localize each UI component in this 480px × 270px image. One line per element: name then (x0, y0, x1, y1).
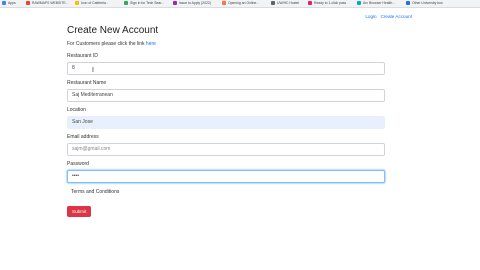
signup-form: Create New Account For Customers please … (67, 24, 385, 218)
page-title: Create New Account (67, 25, 159, 36)
checkbox-icon[interactable] (67, 190, 70, 193)
customer-hint: For Customers please click the link here (67, 41, 156, 47)
bookmark-item[interactable]: Apps (2, 0, 22, 7)
bookmark-favicon-icon (26, 0, 30, 5)
restaurant-name-input[interactable]: Saj Mediterranean (67, 89, 385, 102)
bookmark-item[interactable]: Icon of Cafeteria.. (75, 0, 121, 7)
bookmark-item[interactable]: Ready to 1-click pass (308, 0, 354, 7)
customer-here-link[interactable]: here (146, 41, 156, 47)
email-label: Email address (67, 134, 99, 140)
bookmark-item[interactable]: Sign in for Tech Sear... (124, 0, 170, 7)
password-input[interactable]: •••• (67, 170, 385, 183)
bookmarks-bar: Apps RAWMAPS WEBSITE... Icon of Cafeteri… (0, 0, 480, 8)
location-input[interactable]: San Jose (67, 116, 385, 129)
restaurant-name-label: Restaurant Name (67, 80, 107, 86)
terms-checkbox[interactable]: Terms and Conditions (67, 189, 385, 196)
bookmark-item[interactable]: UW/HC Hostel (271, 0, 305, 7)
restaurant-id-label: Restaurant ID (67, 53, 98, 59)
login-link[interactable]: Login (365, 14, 376, 19)
bookmark-item[interactable]: Arc Browser Health... (357, 0, 403, 7)
text-cursor-icon: I (92, 67, 94, 74)
apps-icon (2, 0, 6, 5)
location-label: Location (67, 107, 86, 113)
restaurant-id-input[interactable]: 8 (67, 62, 385, 75)
bookmark-item[interactable]: RAWMAPS WEBSITE... (26, 0, 72, 7)
bookmark-favicon-icon (173, 0, 177, 5)
submit-button[interactable]: Submit (67, 206, 92, 217)
top-nav: Login Create Account (361, 14, 412, 19)
bookmark-favicon-icon (75, 0, 79, 5)
bookmark-favicon-icon (357, 0, 361, 5)
bookmark-favicon-icon (222, 0, 226, 5)
bookmark-item[interactable]: Other University bus (406, 0, 452, 7)
bookmark-favicon-icon (271, 0, 275, 5)
email-input[interactable]: sajm@gmail.com (67, 143, 385, 156)
bookmark-favicon-icon (124, 0, 128, 5)
bookmark-item[interactable]: Opening an Online... (222, 0, 268, 7)
create-account-link[interactable]: Create Account (381, 14, 412, 19)
bookmark-item[interactable]: Issue to Apply (2022) (173, 0, 219, 7)
bookmark-favicon-icon (406, 0, 410, 5)
password-label: Password (67, 161, 89, 167)
bookmark-favicon-icon (308, 0, 312, 5)
